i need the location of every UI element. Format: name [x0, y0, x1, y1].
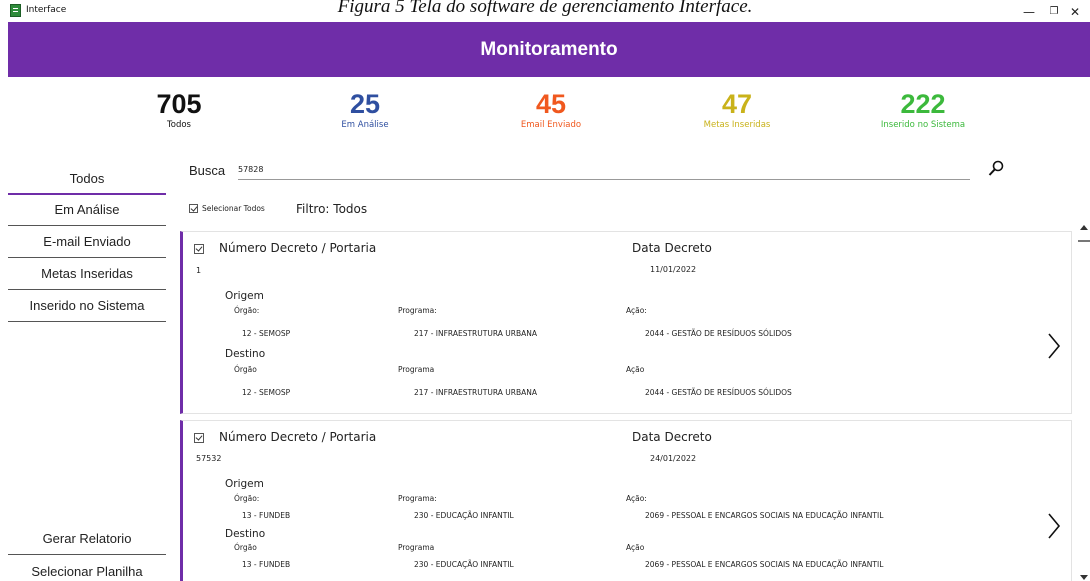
- destino-title: Destino: [225, 348, 266, 360]
- close-button[interactable]: ✕: [1060, 2, 1090, 22]
- generate-report-button[interactable]: Gerar Relatorio: [8, 524, 166, 555]
- origem-title: Origem: [225, 290, 264, 302]
- stat-em-analise: 25 Em Análise: [285, 89, 445, 130]
- app-header: Monitoramento: [8, 22, 1090, 77]
- number-header: Número Decreto / Portaria: [219, 430, 377, 444]
- stat-value: 45: [535, 89, 567, 119]
- sidebar-item-em-analise[interactable]: Em Análise: [8, 195, 166, 226]
- destino-acao: 2044 - GESTÃO DE RESÍDUOS SÓLIDOS: [645, 388, 792, 397]
- origem-acao: 2069 - PESSOAL E ENCARGOS SOCIAIS NA EDU…: [645, 511, 884, 520]
- stat-value: 25: [349, 89, 381, 119]
- origem-acao-label: Ação:: [626, 306, 647, 315]
- decree-date: 24/01/2022: [650, 454, 697, 463]
- checkbox-icon[interactable]: [189, 204, 198, 213]
- page-title: Monitoramento: [480, 39, 618, 60]
- window-titlebar: Interface — ❐ ✕: [0, 0, 1090, 22]
- scroll-down-icon[interactable]: [1079, 574, 1089, 581]
- date-header: Data Decreto: [632, 241, 712, 255]
- scroll-up-icon[interactable]: [1078, 222, 1090, 234]
- destino-title: Destino: [225, 528, 266, 540]
- destino-acao-label: Ação: [626, 543, 645, 552]
- app-icon: [10, 4, 21, 17]
- origem-orgao-label: Órgão:: [234, 306, 260, 315]
- stat-value: 705: [156, 89, 202, 119]
- chevron-right-icon[interactable]: [1047, 512, 1061, 540]
- origem-programa: 217 - INFRAESTRUTURA URBANA: [414, 329, 537, 338]
- record-card[interactable]: Número Decreto / Portaria 1 Data Decreto…: [180, 231, 1072, 414]
- destino-programa-label: Programa: [398, 365, 435, 374]
- stat-todos: 705 Todos: [99, 89, 259, 130]
- origem-programa-label: Programa:: [398, 494, 437, 503]
- destino-acao-label: Ação: [626, 365, 645, 374]
- destino-orgao: 13 - FUNDEB: [242, 560, 291, 569]
- origem-orgao: 12 - SEMOSP: [242, 329, 291, 338]
- destino-programa: 217 - INFRAESTRUTURA URBANA: [414, 388, 537, 397]
- origem-acao-label: Ação:: [626, 494, 647, 503]
- scrollbar-thumb[interactable]: [1078, 240, 1090, 242]
- select-spreadsheet-button[interactable]: Selecionar Planilha: [8, 557, 166, 581]
- stat-label: Inserido no Sistema: [880, 120, 966, 130]
- sidebar-item-metas-inseridas[interactable]: Metas Inseridas: [8, 259, 166, 290]
- search-label: Busca: [189, 163, 226, 178]
- stat-label: Todos: [167, 120, 191, 130]
- origem-acao: 2044 - GESTÃO DE RESÍDUOS SÓLIDOS: [645, 329, 792, 338]
- stat-metas-inseridas: 47 Metas Inseridas: [657, 89, 817, 130]
- filter-label: Filtro: Todos: [296, 202, 368, 216]
- origem-orgao: 13 - FUNDEB: [242, 511, 291, 520]
- origem-programa-label: Programa:: [398, 306, 437, 315]
- destino-acao: 2069 - PESSOAL E ENCARGOS SOCIAIS NA EDU…: [645, 560, 884, 569]
- stat-label: Metas Inseridas: [703, 120, 771, 130]
- stat-value: 222: [900, 89, 946, 119]
- destino-orgao-label: Órgão: [234, 543, 257, 552]
- date-header: Data Decreto: [632, 430, 712, 444]
- destino-orgao: 12 - SEMOSP: [242, 388, 291, 397]
- destino-orgao-label: Órgão: [234, 365, 257, 374]
- chevron-right-icon[interactable]: [1047, 332, 1061, 360]
- origem-orgao-label: Órgão:: [234, 494, 260, 503]
- window-title: Interface: [26, 5, 67, 15]
- decree-date: 11/01/2022: [650, 265, 697, 274]
- select-all-label: Selecionar Todos: [202, 204, 265, 213]
- record-checkbox[interactable]: [194, 244, 204, 254]
- decree-number: 1: [196, 266, 202, 275]
- destino-programa: 230 - EDUCAÇÃO INFANTIL: [414, 560, 514, 569]
- stat-value: 47: [721, 89, 753, 119]
- destino-programa-label: Programa: [398, 543, 435, 552]
- number-header: Número Decreto / Portaria: [219, 241, 377, 255]
- stat-email-enviado: 45 Email Enviado: [471, 89, 631, 130]
- record-checkbox[interactable]: [194, 433, 204, 443]
- sidebar-item-inserido-no-sistema[interactable]: Inserido no Sistema: [8, 291, 166, 322]
- select-all-checkbox[interactable]: Selecionar Todos: [189, 204, 265, 213]
- sidebar-item-email-enviado[interactable]: E-mail Enviado: [8, 227, 166, 258]
- search-icon[interactable]: [988, 160, 1004, 178]
- sidebar-item-todos[interactable]: Todos: [8, 164, 166, 195]
- origem-title: Origem: [225, 478, 264, 490]
- search-input[interactable]: [238, 160, 970, 180]
- stat-label: Email Enviado: [520, 120, 582, 130]
- origem-programa: 230 - EDUCAÇÃO INFANTIL: [414, 511, 514, 520]
- stat-label: Em Análise: [341, 120, 389, 130]
- stat-inserido-no-sistema: 222 Inserido no Sistema: [843, 89, 1003, 130]
- decree-number: 57532: [196, 454, 222, 463]
- record-card[interactable]: Número Decreto / Portaria 57532 Data Dec…: [180, 420, 1072, 581]
